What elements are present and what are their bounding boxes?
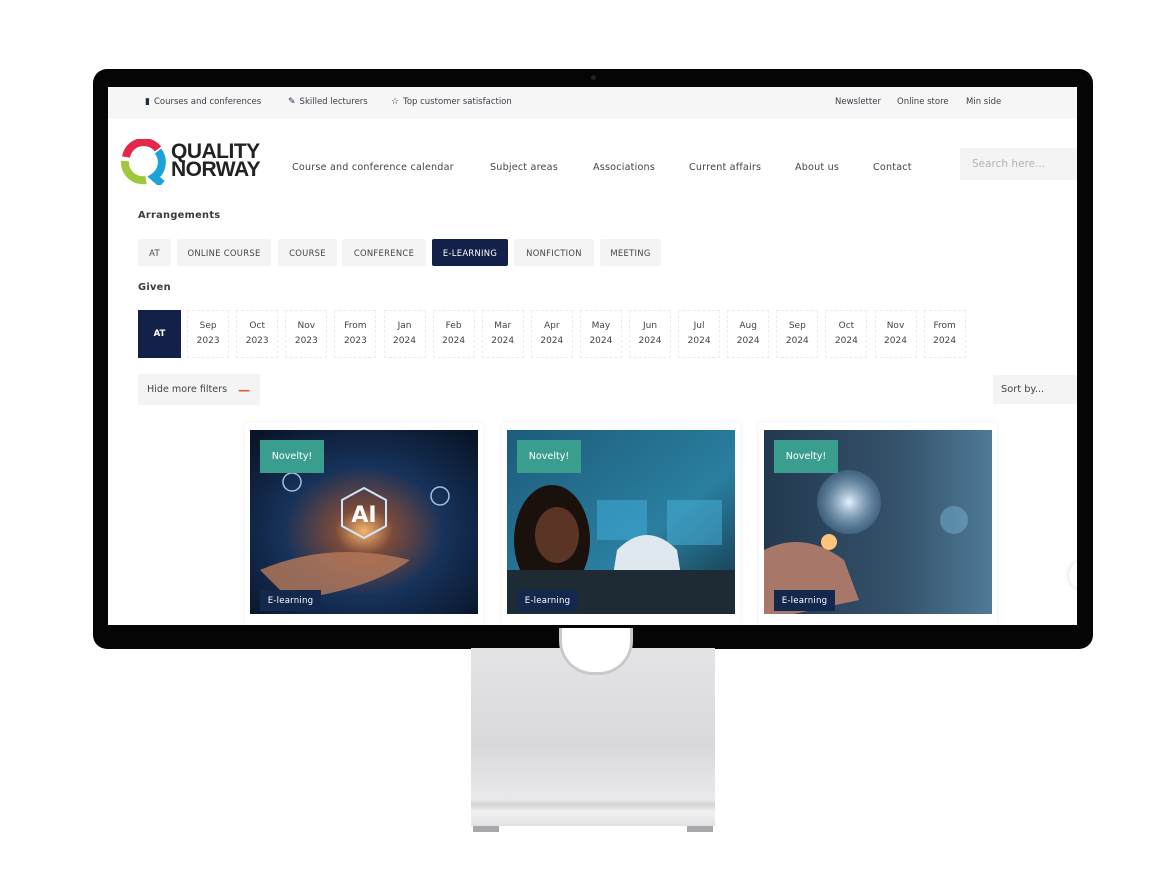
date-month: Jun bbox=[642, 321, 658, 331]
date-month: Oct bbox=[249, 321, 265, 331]
course-card[interactable]: Novelty! E-learning bbox=[759, 423, 997, 625]
nav-contact[interactable]: Contact bbox=[873, 162, 912, 173]
date-month: From bbox=[344, 321, 367, 331]
date-filter-option[interactable]: Jan 2024 bbox=[383, 310, 426, 358]
date-year: 2024 bbox=[393, 336, 416, 346]
date-month: Sep bbox=[199, 321, 217, 331]
stand-foot-left bbox=[473, 826, 499, 832]
sort-dropdown[interactable]: Sort by... bbox=[993, 375, 1077, 404]
date-month: Sep bbox=[788, 321, 806, 331]
nav-current-affairs[interactable]: Current affairs bbox=[689, 162, 761, 173]
date-month: Apr bbox=[544, 321, 560, 331]
date-filter-option[interactable]: Nov 2023 bbox=[285, 310, 328, 358]
logo-red-arc bbox=[122, 139, 162, 159]
date-month: AT bbox=[153, 328, 166, 339]
date-year: 2023 bbox=[294, 336, 318, 346]
arrangement-conference[interactable]: CONFERENCE bbox=[342, 239, 426, 266]
logo-blue-arc bbox=[147, 148, 166, 185]
topbar-lecturers: ✎ Skilled lecturers bbox=[288, 97, 368, 107]
arrangement-nonfiction[interactable]: NONFICTION bbox=[514, 239, 594, 266]
date-filter-option[interactable]: Sep 2023 bbox=[187, 310, 230, 358]
arrangements-label: Arrangements bbox=[138, 210, 221, 221]
logo-green-arc bbox=[120, 160, 147, 185]
date-filter-option[interactable]: From 2024 bbox=[923, 310, 966, 358]
arrangement-course[interactable]: COURSE bbox=[278, 239, 337, 266]
date-filter-option[interactable]: Aug 2024 bbox=[727, 310, 770, 358]
min-side-link[interactable]: Min side bbox=[966, 97, 1001, 107]
date-year: 2024 bbox=[442, 336, 466, 346]
course-card[interactable]: AI Novelty! E-learning bbox=[245, 423, 483, 625]
date-year: 2023 bbox=[343, 336, 367, 346]
date-month: Oct bbox=[838, 321, 855, 331]
hide-filters-button[interactable]: Hide more filters — bbox=[138, 374, 260, 405]
novelty-badge: Novelty! bbox=[517, 440, 581, 473]
date-filter-option[interactable]: Jul 2024 bbox=[678, 310, 721, 358]
date-month: Nov bbox=[297, 321, 316, 331]
date-filter-option[interactable]: May 2024 bbox=[579, 310, 622, 358]
date-filter-option[interactable]: Apr 2024 bbox=[530, 310, 573, 358]
date-filter-option[interactable]: Jun 2024 bbox=[629, 310, 671, 358]
search-input[interactable] bbox=[960, 148, 1077, 180]
date-filter-option[interactable]: Nov 2024 bbox=[874, 310, 917, 358]
novelty-badge: Novelty! bbox=[774, 440, 838, 473]
nav-calendar[interactable]: Course and conference calendar bbox=[292, 162, 454, 173]
category-badge: E-learning bbox=[517, 590, 578, 611]
date-filter-option[interactable]: From 2023 bbox=[334, 310, 377, 358]
date-year: 2024 bbox=[834, 336, 858, 346]
star-icon: ☆ bbox=[391, 97, 400, 107]
carousel-next-handle[interactable] bbox=[1069, 560, 1077, 590]
date-month: Feb bbox=[445, 321, 462, 331]
date-month: Aug bbox=[739, 321, 757, 331]
date-filter-option[interactable]: Sep 2024 bbox=[776, 310, 819, 358]
date-month: Mar bbox=[494, 321, 512, 331]
topbar-courses: ▮ Courses and conferences bbox=[145, 97, 262, 107]
minus-icon: — bbox=[238, 382, 251, 397]
topbar-satisfaction: ☆ Top customer satisfaction bbox=[391, 97, 512, 107]
course-card[interactable]: Novelty! E-learning bbox=[502, 423, 740, 625]
stand-foot-right bbox=[687, 826, 713, 832]
date-filter-option[interactable]: Oct 2024 bbox=[825, 310, 868, 358]
website-screen: ▮ Courses and conferences ✎ Skilled lect… bbox=[108, 87, 1077, 625]
date-year: 2024 bbox=[884, 336, 907, 346]
date-month: May bbox=[591, 321, 611, 331]
nav-associations[interactable]: Associations bbox=[593, 162, 655, 173]
date-year: 2024 bbox=[638, 336, 662, 346]
svg-text:AI: AI bbox=[351, 503, 376, 528]
arrangement-online-course[interactable]: ONLINE COURSE bbox=[177, 239, 271, 266]
category-badge: E-learning bbox=[260, 590, 321, 611]
newsletter-link[interactable]: Newsletter bbox=[835, 97, 881, 107]
book-icon: ▮ bbox=[145, 97, 150, 107]
logo-wordmark: QUALITY NORWAY bbox=[171, 140, 261, 181]
nav-about-us[interactable]: About us bbox=[795, 162, 839, 173]
date-filter-option[interactable]: Oct 2023 bbox=[236, 310, 279, 358]
date-month: Jul bbox=[693, 321, 705, 331]
arrangement-e-learning[interactable]: E-LEARNING bbox=[432, 239, 508, 266]
date-year: 2023 bbox=[196, 336, 220, 346]
arrangement-at[interactable]: AT bbox=[138, 239, 171, 266]
date-year: 2024 bbox=[687, 336, 711, 346]
date-year: 2024 bbox=[736, 336, 760, 346]
date-year: 2024 bbox=[540, 336, 564, 346]
date-year: 2024 bbox=[589, 336, 613, 346]
search-box[interactable] bbox=[960, 148, 1077, 180]
date-filter-option[interactable]: AT bbox=[138, 310, 181, 358]
given-label: Given bbox=[138, 282, 171, 293]
category-badge: E-learning bbox=[774, 590, 835, 611]
arrangement-meeting[interactable]: MEETING bbox=[600, 239, 661, 266]
date-filter-option[interactable]: Feb 2024 bbox=[432, 310, 475, 358]
lecturer-icon: ✎ bbox=[288, 97, 296, 107]
date-filter-option[interactable]: Mar 2024 bbox=[481, 310, 524, 358]
date-month: Nov bbox=[886, 321, 905, 331]
nav-subject-areas[interactable]: Subject areas bbox=[490, 162, 558, 173]
online-store-link[interactable]: Online store bbox=[897, 97, 949, 107]
novelty-badge: Novelty! bbox=[260, 440, 324, 473]
top-info-bar: ▮ Courses and conferences ✎ Skilled lect… bbox=[108, 87, 1077, 119]
date-month: From bbox=[933, 321, 956, 331]
date-year: 2024 bbox=[491, 336, 515, 346]
date-year: 2024 bbox=[933, 336, 957, 346]
camera-dot bbox=[591, 75, 596, 80]
date-month: Jan bbox=[397, 321, 412, 331]
date-year: 2023 bbox=[245, 336, 269, 346]
date-year: 2024 bbox=[785, 336, 809, 346]
